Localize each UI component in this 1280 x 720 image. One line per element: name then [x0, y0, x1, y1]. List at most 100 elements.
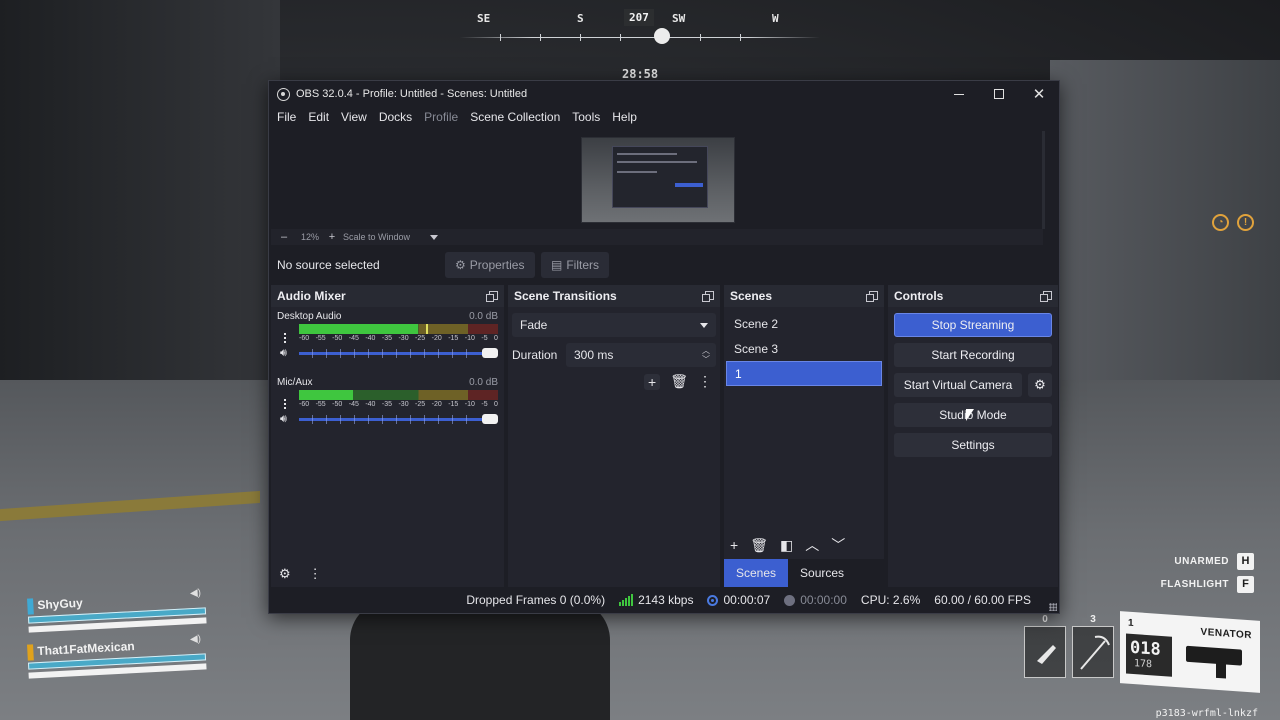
- streaming-icon: [707, 594, 719, 606]
- minimize-icon: [954, 93, 964, 95]
- transition-selected-value: Fade: [520, 318, 548, 332]
- mixer-channel-desktop-audio: Desktop Audio 0.0 dB -60 -55 -50 -45 -40…: [271, 309, 504, 371]
- duration-value: 300 ms: [574, 348, 614, 362]
- start-recording-button[interactable]: Start Recording: [894, 343, 1052, 367]
- start-virtual-camera-button[interactable]: Start Virtual Camera: [894, 373, 1022, 397]
- channel-menu-icon[interactable]: [283, 399, 287, 411]
- scenes-dock: Scenes Scene 2 Scene 3 1 + 🗑︎ ◧ ︿ ﹀: [724, 285, 884, 587]
- game-compass: SE S SW W 207: [460, 8, 820, 48]
- transition-menu-icon[interactable]: ⋮: [698, 373, 712, 390]
- channel-menu-icon[interactable]: [283, 333, 287, 345]
- menu-profile[interactable]: Profile: [424, 110, 458, 124]
- volume-slider[interactable]: [299, 348, 498, 358]
- scene-item[interactable]: Scene 3: [726, 336, 882, 361]
- virtual-camera-settings-button[interactable]: ⚙: [1028, 373, 1052, 397]
- scene-transitions-dock: Scene Transitions Fade Duration 300 ms ︿…: [508, 285, 720, 587]
- no-source-label: No source selected: [277, 258, 380, 272]
- ammo-count: 018: [1130, 637, 1161, 660]
- add-scene-button[interactable]: +: [730, 537, 738, 553]
- scene-item[interactable]: Scene 2: [726, 311, 882, 336]
- scene-list: Scene 2 Scene 3 1: [724, 311, 884, 386]
- speaker-icon[interactable]: 🔊︎: [280, 347, 287, 360]
- signal-strength-icon: [619, 594, 634, 606]
- mixer-menu-icon[interactable]: ⋮: [309, 566, 322, 582]
- preview-thumbnail: [581, 137, 735, 223]
- dock-header: Scenes: [724, 285, 884, 307]
- zoom-in-button[interactable]: +: [327, 231, 337, 243]
- move-scene-down-button[interactable]: ﹀: [831, 535, 845, 555]
- chevron-down-icon: [700, 323, 708, 328]
- slot-number: 3: [1090, 614, 1096, 625]
- dock-title: Controls: [894, 289, 944, 303]
- inventory-slot: 0: [1024, 614, 1066, 678]
- hud-status-icons: ◔ !: [1212, 214, 1254, 231]
- volume-slider-handle[interactable]: [482, 348, 498, 358]
- minimize-button[interactable]: [939, 81, 979, 107]
- obs-logo-icon: [277, 87, 290, 101]
- objective-marker-icon: [654, 28, 670, 44]
- add-transition-button[interactable]: +: [644, 373, 661, 390]
- zoom-bar: – 12% + Scale to Window: [271, 229, 1043, 245]
- tab-sources[interactable]: Sources: [788, 559, 856, 587]
- remove-scene-button[interactable]: 🗑︎: [750, 537, 768, 554]
- properties-button[interactable]: ⚙ Properties: [445, 252, 535, 278]
- scene-filters-button[interactable]: ◧: [780, 537, 793, 554]
- keybind-key: H: [1237, 553, 1254, 570]
- menu-file[interactable]: File: [277, 110, 296, 124]
- settings-button[interactable]: Settings: [894, 433, 1052, 457]
- menu-view[interactable]: View: [341, 110, 367, 124]
- menu-docks[interactable]: Docks: [379, 110, 412, 124]
- undock-icon[interactable]: [866, 291, 878, 302]
- resize-grip-icon[interactable]: [1049, 603, 1057, 611]
- keybind-row: UNARMED H: [1124, 553, 1254, 570]
- tab-scenes[interactable]: Scenes: [724, 559, 789, 587]
- controls-dock: Controls Stop Streaming Start Recording …: [888, 285, 1058, 587]
- audio-mixer-dock: Audio Mixer Desktop Audio 0.0 dB -60 -55…: [271, 285, 504, 587]
- volume-slider[interactable]: [299, 414, 498, 424]
- knife-icon: [1037, 645, 1056, 664]
- zoom-out-button[interactable]: –: [279, 231, 289, 243]
- stop-streaming-button[interactable]: Stop Streaming: [894, 313, 1052, 337]
- channel-db: 0.0 dB: [469, 311, 498, 322]
- scenes-sources-tabs: Scenes Sources: [724, 559, 884, 587]
- menu-tools[interactable]: Tools: [572, 110, 600, 124]
- duration-row: Duration 300 ms ︿ ﹀: [512, 343, 716, 367]
- speed-gauge-icon: ◔: [1212, 214, 1229, 231]
- transition-select[interactable]: Fade: [512, 313, 716, 337]
- maximize-button[interactable]: [979, 81, 1019, 107]
- volume-slider-handle[interactable]: [482, 414, 498, 424]
- weapon-slot-number: 1: [1128, 617, 1134, 630]
- hud-keybinds: UNARMED H FLASHLIGHT F: [1124, 553, 1254, 599]
- zoom-mode-dropdown[interactable]: [430, 234, 439, 240]
- speaker-icon: ◀): [189, 633, 202, 646]
- undock-icon[interactable]: [702, 291, 714, 302]
- preview-scrollbar[interactable]: [1042, 131, 1045, 229]
- squad-member: That1FatMexican ◀): [25, 633, 209, 688]
- speaker-icon[interactable]: 🔊︎: [280, 413, 287, 426]
- menu-edit[interactable]: Edit: [308, 110, 329, 124]
- advanced-audio-gear-icon[interactable]: ⚙: [279, 566, 291, 582]
- filters-button[interactable]: ▤ Filters: [541, 252, 610, 278]
- record-icon: [784, 594, 796, 606]
- undock-icon[interactable]: [1040, 291, 1052, 302]
- close-button[interactable]: ✕: [1019, 81, 1059, 107]
- record-time-status: 00:00:00: [784, 593, 847, 607]
- scene-item-active[interactable]: 1: [726, 361, 882, 386]
- fps-status: 60.00 / 60.00 FPS: [934, 593, 1031, 607]
- remove-transition-button[interactable]: 🗑︎: [670, 373, 688, 390]
- undock-icon[interactable]: [486, 291, 498, 302]
- move-scene-up-button[interactable]: ︿: [805, 535, 819, 555]
- duration-spinbox[interactable]: 300 ms ︿ ﹀: [566, 343, 716, 367]
- speaker-icon: ◀): [189, 587, 202, 600]
- properties-label: Properties: [469, 258, 525, 272]
- menu-help[interactable]: Help: [612, 110, 637, 124]
- slot-number: 0: [1042, 614, 1048, 625]
- squad-list: ShyGuy ◀) That1FatMexican ◀): [26, 588, 208, 684]
- menu-scene-collection[interactable]: Scene Collection: [470, 110, 560, 124]
- spin-arrows-icon[interactable]: ︿ ﹀: [702, 346, 710, 364]
- maximize-icon: [994, 89, 1004, 99]
- keybind-row: FLASHLIGHT F: [1124, 576, 1254, 593]
- preview-canvas[interactable]: [271, 131, 1043, 229]
- zoom-mode-label: Scale to Window: [343, 232, 411, 242]
- keybind-label: UNARMED: [1174, 556, 1229, 567]
